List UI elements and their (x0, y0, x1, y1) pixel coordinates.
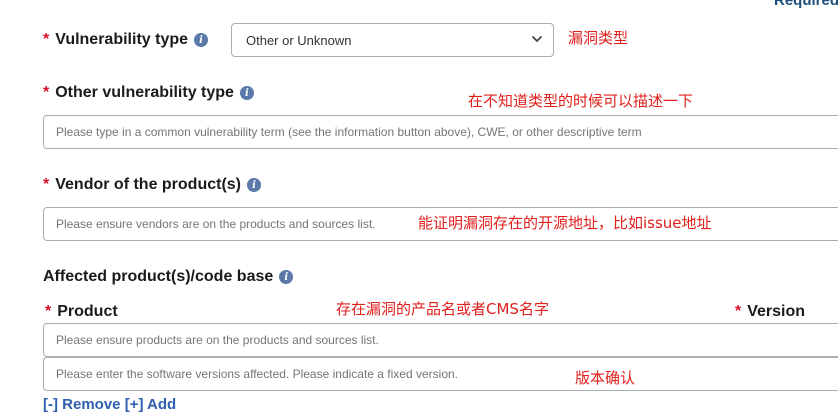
vendor-text: Vendor of the product(s) (55, 176, 242, 193)
vendor-placeholder: Please ensure vendors are on the product… (56, 217, 376, 231)
product-input[interactable]: Please ensure products are on the produc… (43, 323, 838, 357)
required-star: * (43, 176, 50, 193)
vendor-label: * Vendor of the product(s) i (43, 176, 262, 194)
affected-section-label: Affected product(s)/code base i (43, 268, 294, 286)
info-icon[interactable]: i (279, 270, 294, 284)
vulnerability-type-label: * Vulnerability type i (43, 31, 209, 49)
add-link[interactable]: [+] Add (125, 396, 177, 413)
vulnerability-type-value: Other or Unknown (246, 32, 352, 48)
affected-section-text: Affected product(s)/code base (43, 268, 274, 285)
required-star: * (45, 303, 52, 320)
required-star: * (43, 84, 50, 101)
annotation-vulnerability-type: 漏洞类型 (568, 29, 629, 47)
other-vulnerability-type-text: Other vulnerability type (55, 84, 234, 101)
annotation-version: 版本确认 (575, 369, 636, 387)
other-vulnerability-type-label: * Other vulnerability type i (43, 84, 254, 102)
vulnerability-type-select[interactable]: Other or Unknown (231, 23, 554, 57)
product-label: * Product (45, 303, 118, 321)
version-label: * Version (735, 303, 805, 321)
required-star: * (735, 303, 742, 320)
info-icon[interactable]: i (247, 178, 262, 192)
remove-link[interactable]: [-] Remove (43, 396, 121, 413)
info-icon[interactable]: i (194, 33, 209, 47)
other-vulnerability-type-input[interactable]: Please type in a common vulnerability te… (43, 115, 838, 149)
required-star: * (43, 31, 50, 48)
annotation-vendor: 能证明漏洞存在的开源地址，比如issue地址 (418, 214, 712, 232)
chevron-down-icon (532, 36, 542, 42)
product-text: Product (57, 303, 118, 320)
version-placeholder: Please enter the software versions affec… (56, 367, 459, 381)
product-placeholder: Please ensure products are on the produc… (56, 333, 379, 347)
annotation-other-vulnerability-type: 在不知道类型的时候可以描述一下 (468, 92, 694, 110)
version-text: Version (747, 303, 806, 320)
version-input[interactable]: Please enter the software versions affec… (43, 357, 838, 391)
vulnerability-type-text: Vulnerability type (55, 31, 189, 48)
other-vulnerability-type-placeholder: Please type in a common vulnerability te… (56, 125, 642, 139)
annotation-product: 存在漏洞的产品名或者CMS名字 (336, 300, 549, 318)
required-legend: Required (774, 0, 838, 9)
product-row-actions: [-] Remove [+] Add (43, 396, 176, 413)
info-icon[interactable]: i (239, 86, 254, 100)
